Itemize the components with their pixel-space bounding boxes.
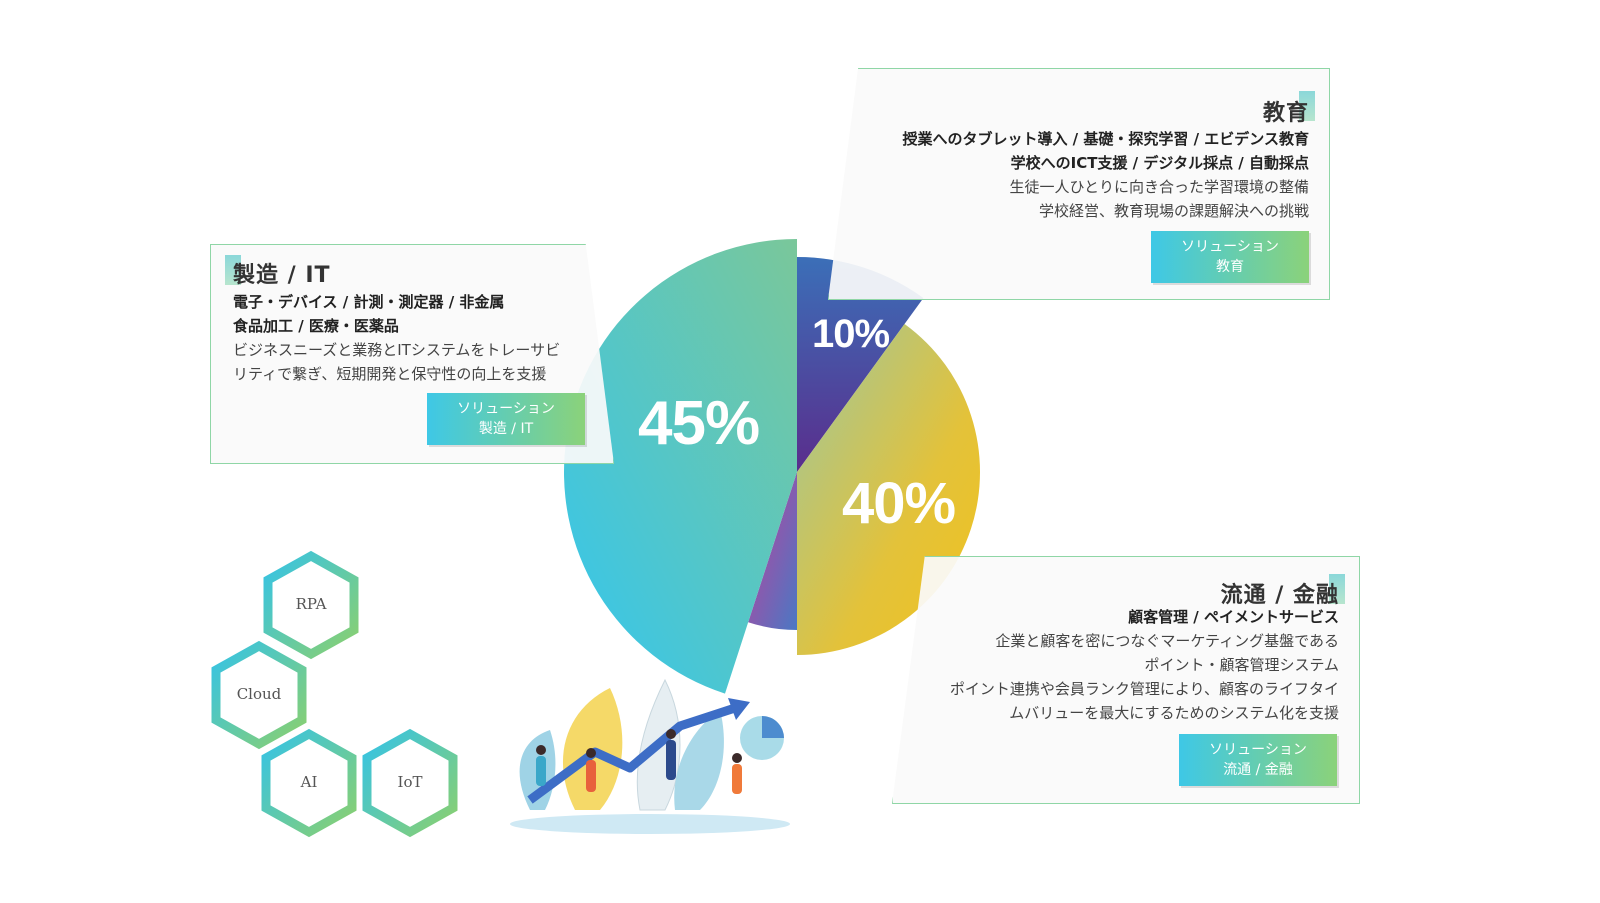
manufacturing-line: 食品加工 / 医療・医薬品 <box>233 317 399 335</box>
button-label: ソリューション <box>457 401 555 417</box>
button-label: 製造 / IT <box>478 421 534 437</box>
solution-manufacturing-button[interactable]: ソリューション 製造 / IT <box>427 393 585 445</box>
finance-line: ポイント・顧客管理システム <box>1144 656 1339 674</box>
card-manufacturing-it: 製造 / IT 電子・デバイス / 計測・測定器 / 非金属 食品加工 / 医療… <box>210 244 614 464</box>
card-education: 教育 授業へのタブレット導入 / 基礎・探究学習 / エビデンス教育 学校へのI… <box>828 68 1330 300</box>
button-label: ソリューション <box>1209 742 1307 758</box>
finance-line: 企業と顧客を密につなぐマーケティング基盤である <box>995 632 1339 650</box>
manufacturing-text: 電子・デバイス / 計測・測定器 / 非金属 食品加工 / 医療・医薬品 ビジネ… <box>233 290 560 386</box>
finance-text: 顧客管理 / ペイメントサービス 企業と顧客を密につなぐマーケティング基盤である… <box>950 605 1339 725</box>
education-line: 授業へのタブレット導入 / 基礎・探究学習 / エビデンス教育 <box>902 130 1309 148</box>
finance-line: ムバリューを最大にするためのシステム化を支援 <box>1009 704 1339 722</box>
hexagon-label: IoT <box>397 773 423 791</box>
hexagon-label: AI <box>300 773 318 791</box>
slice-label-10: 10% <box>812 312 890 356</box>
card-distribution-finance: 流通 / 金融 顧客管理 / ペイメントサービス 企業と顧客を密につなぐマーケテ… <box>892 556 1360 804</box>
manufacturing-title: 製造 / IT <box>233 263 331 288</box>
button-label: 流通 / 金融 <box>1223 762 1293 778</box>
solution-finance-button[interactable]: ソリューション 流通 / 金融 <box>1179 734 1337 786</box>
manufacturing-line: リティで繋ぎ、短期開発と保守性の向上を支援 <box>233 365 547 383</box>
education-line: 生徒一人ひとりに向き合った学習環境の整備 <box>1009 178 1309 196</box>
education-line: 学校へのICT支援 / デジタル採点 / 自動採点 <box>1010 154 1309 172</box>
hexagon-label: Cloud <box>236 685 282 703</box>
button-label: ソリューション <box>1181 239 1279 255</box>
manufacturing-line: 電子・デバイス / 計測・測定器 / 非金属 <box>233 293 505 311</box>
solution-education-button[interactable]: ソリューション 教育 <box>1151 231 1309 283</box>
finance-line: ポイント連携や会員ランク管理により、顧客のライフタイ <box>949 680 1339 698</box>
hexagon-iot: IoT <box>355 728 465 838</box>
hexagon-ai: AI <box>254 728 364 838</box>
education-text: 授業へのタブレット導入 / 基礎・探究学習 / エビデンス教育 学校へのICT支… <box>902 127 1309 223</box>
manufacturing-line: ビジネスニーズと業務とITシステムをトレーサビ <box>233 341 561 359</box>
slice-label-40: 40% <box>842 471 956 536</box>
finance-title: 流通 / 金融 <box>1220 583 1339 608</box>
slice-label-45: 45% <box>638 389 760 458</box>
growth-illustration <box>510 678 790 834</box>
hexagon-label: RPA <box>295 595 327 613</box>
education-line: 学校経営、教育現場の課題解決への挑戦 <box>1038 202 1309 220</box>
education-title: 教育 <box>1262 101 1309 126</box>
button-label: 教育 <box>1216 259 1244 275</box>
